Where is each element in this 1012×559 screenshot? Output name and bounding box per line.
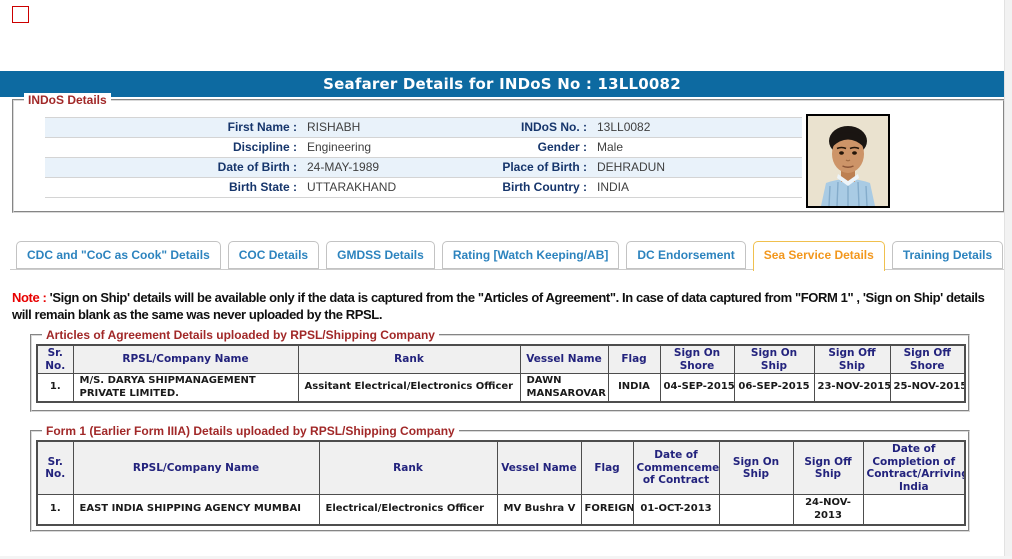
col-sign-off-ship: Sign Off Ship (792, 440, 864, 496)
indos-row-4: Birth State : UTTARAKHAND Birth Country … (45, 178, 802, 198)
col-sign-on-ship: Sign On Ship (718, 440, 794, 496)
birth-state-label: Birth State : (228, 180, 297, 194)
note-prefix: Note : (12, 290, 47, 305)
note-body: 'Sign on Ship' details will be available… (12, 290, 985, 322)
indos-row-1: First Name : RISHABH INDoS No. : 13LL008… (45, 118, 802, 138)
form1-details-legend: Form 1 (Earlier Form IIIA) Details uploa… (42, 424, 459, 438)
indos-details-rows: First Name : RISHABH INDoS No. : 13LL008… (45, 117, 802, 198)
col-sign-on-ship: Sign On Ship (733, 344, 815, 375)
col-vessel-name: Vessel Name (519, 344, 609, 375)
cell-sign-off-shore: 25-NOV-2015 (889, 373, 966, 403)
place-of-birth-label: Place of Birth : (502, 160, 587, 174)
seafarer-details-page: Seafarer Details for INDoS No : 13LL0082… (0, 0, 1012, 559)
form1-details-table: Sr. No. RPSL/Company Name Rank Vessel Na… (36, 440, 966, 526)
col-vessel-name: Vessel Name (496, 440, 582, 496)
cell-sign-off-ship: 23-NOV-2015 (813, 373, 891, 403)
col-rpsl-company-name: RPSL/Company Name (72, 344, 299, 375)
discipline-label: Discipline : (232, 140, 297, 154)
place-of-birth-value: DEHRADUN (597, 160, 666, 174)
birth-country-value: INDIA (597, 180, 630, 194)
col-rank: Rank (318, 440, 498, 496)
cell-sr-no: 1. (36, 494, 74, 526)
date-of-birth-label: Date of Birth : (217, 160, 297, 174)
cell-date-of-commencement: 01-OCT-2013 (632, 494, 720, 526)
indos-row-3: Date of Birth : 24-MAY-1989 Place of Bir… (45, 158, 802, 178)
col-rpsl-company-name: RPSL/Company Name (72, 440, 320, 496)
col-sign-off-ship: Sign Off Ship (813, 344, 891, 375)
cell-company: EAST INDIA SHIPPING AGENCY MUMBAI (72, 494, 320, 526)
tab-rating-watch-keeping-ab[interactable]: Rating [Watch Keeping/AB] (441, 241, 620, 269)
col-rank: Rank (297, 344, 521, 375)
indos-row-2: Discipline : Engineering Gender : Male (45, 138, 802, 158)
tab-sea-service-details[interactable]: Sea Service Details (752, 241, 885, 271)
cell-vessel: DAWN MANSAROVAR (519, 373, 609, 403)
cell-rank: Electrical/Electronics Officer (318, 494, 498, 526)
first-name-value: RISHABH (307, 120, 361, 134)
discipline-value: Engineering (307, 140, 372, 154)
tab-training-details[interactable]: Training Details (891, 241, 1004, 269)
articles-of-agreement-table: Sr. No. RPSL/Company Name Rank Vessel Na… (36, 344, 966, 404)
col-flag: Flag (580, 440, 634, 496)
indos-no-label: INDoS No. : (521, 120, 587, 134)
table-header-row: Sr. No. RPSL/Company Name Rank Vessel Na… (36, 344, 966, 375)
cell-company: M/S. DARYA SHIPMANAGEMENT PRIVATE LIMITE… (72, 373, 299, 403)
col-sr-no: Sr. No. (36, 440, 74, 496)
articles-of-agreement-legend: Articles of Agreement Details uploaded b… (42, 328, 439, 342)
cell-vessel: MV Bushra V (496, 494, 582, 526)
form1-details-fieldset: Form 1 (Earlier Form IIIA) Details uploa… (30, 424, 970, 532)
col-date-of-completion: Date of Completion of Contract/Arriving … (862, 440, 966, 496)
indos-details-legend: INDoS Details (24, 93, 111, 107)
col-date-of-commencement: Date of Commencement of Contract (632, 440, 720, 496)
cell-rank: Assitant Electrical/Electronics Officer (297, 373, 521, 403)
cell-flag: INDIA (607, 373, 661, 403)
cell-sign-on-shore: 04-SEP-2015 (659, 373, 735, 403)
cell-sign-off-ship: 24-NOV-2013 (792, 494, 864, 526)
col-sign-on-shore: Sign On Shore (659, 344, 735, 375)
table-row: 1. EAST INDIA SHIPPING AGENCY MUMBAI Ele… (36, 494, 966, 526)
page-title: Seafarer Details for INDoS No : 13LL0082 (0, 71, 1004, 97)
col-sr-no: Sr. No. (36, 344, 74, 375)
indos-details-fieldset: INDoS Details First Name : RISHABH INDoS… (12, 93, 1005, 213)
broken-image-icon (12, 6, 29, 23)
first-name-label: First Name : (227, 120, 297, 134)
cell-date-of-completion (862, 494, 966, 526)
tab-strip: CDC and "CoC as Cook" Details COC Detail… (16, 241, 1004, 271)
vertical-scrollbar[interactable] (1004, 0, 1012, 559)
gender-value: Male (597, 140, 624, 154)
tab-coc-details[interactable]: COC Details (227, 241, 320, 269)
articles-of-agreement-fieldset: Articles of Agreement Details uploaded b… (30, 328, 970, 412)
table-header-row: Sr. No. RPSL/Company Name Rank Vessel Na… (36, 440, 966, 496)
cell-sign-on-ship: 06-SEP-2015 (733, 373, 815, 403)
col-sign-off-shore: Sign Off Shore (889, 344, 966, 375)
birth-state-value: UTTARAKHAND (307, 180, 397, 194)
date-of-birth-value: 24-MAY-1989 (307, 160, 380, 174)
seafarer-photo (806, 114, 890, 208)
tab-cdc-coc-cook-details[interactable]: CDC and "CoC as Cook" Details (16, 241, 221, 269)
cell-sign-on-ship (718, 494, 794, 526)
tab-gmdss-details[interactable]: GMDSS Details (326, 241, 435, 269)
cell-sr-no: 1. (36, 373, 74, 403)
cell-flag: FOREIGN (580, 494, 634, 526)
col-flag: Flag (607, 344, 661, 375)
birth-country-label: Birth Country : (502, 180, 587, 194)
gender-label: Gender : (537, 140, 587, 154)
note-text: Note : 'Sign on Ship' details will be av… (12, 290, 1000, 324)
portrait-illustration (808, 116, 888, 206)
table-row: 1. M/S. DARYA SHIPMANAGEMENT PRIVATE LIM… (36, 373, 966, 403)
indos-no-value: 13LL0082 (597, 120, 651, 134)
tab-dc-endorsement[interactable]: DC Endorsement (626, 241, 746, 269)
